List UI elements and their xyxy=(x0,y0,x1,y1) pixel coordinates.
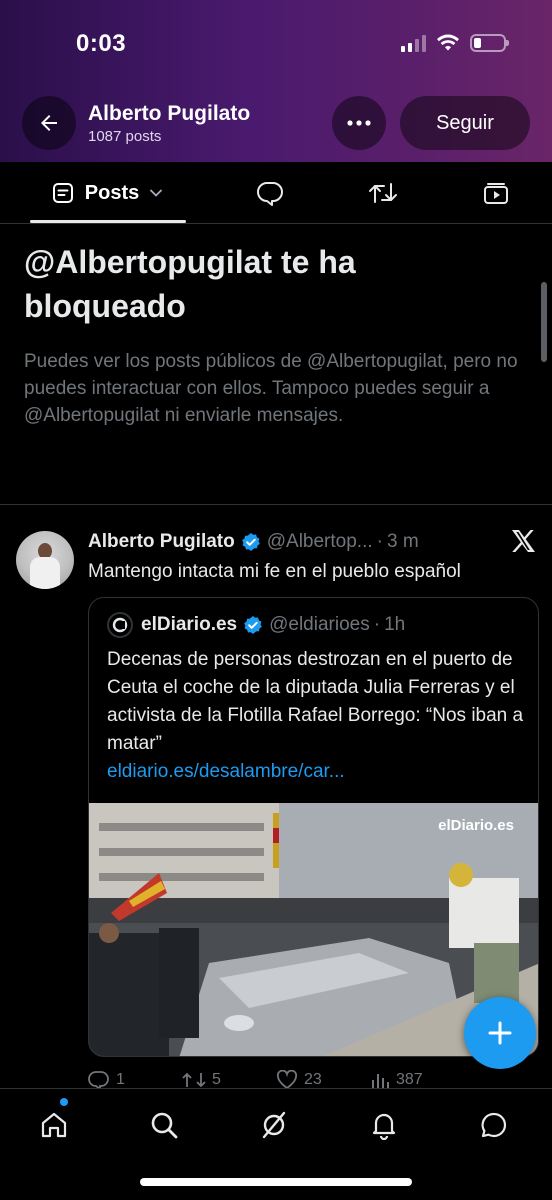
tab-media[interactable] xyxy=(474,162,518,224)
reply-icon xyxy=(88,1071,109,1090)
quoted-tweet[interactable]: elDiario.es @eldiarioes · 1h Decenas de … xyxy=(88,597,539,1057)
bell-icon xyxy=(372,1113,396,1140)
nav-notifications[interactable] xyxy=(362,1103,406,1147)
repost-icon xyxy=(369,183,397,203)
avatar[interactable] xyxy=(16,531,74,589)
nav-home[interactable] xyxy=(32,1103,76,1147)
arrow-left-icon xyxy=(41,115,57,131)
profile-post-count: 1087 posts xyxy=(88,128,162,145)
nav-messages[interactable] xyxy=(472,1103,516,1147)
nav-search[interactable] xyxy=(142,1103,186,1147)
wifi-icon xyxy=(437,34,459,51)
tweet-author-name[interactable]: Alberto Pugilato xyxy=(88,531,235,553)
blocked-title: @Albertopugilat te ha bloqueado xyxy=(24,244,356,324)
battery-icon xyxy=(470,34,509,52)
chevron-down-icon xyxy=(150,189,163,197)
profile-tabs: Posts xyxy=(0,162,552,224)
active-tab-indicator xyxy=(30,220,186,223)
views-chart-icon xyxy=(372,1074,389,1088)
reply-icon xyxy=(257,182,283,206)
quoted-text: Decenas de personas destrozan en el puer… xyxy=(107,649,524,782)
tweet-text: Mantengo intacta mi fe en el pueblo espa… xyxy=(88,561,461,582)
repost-count: 5 xyxy=(212,1071,221,1088)
scrollbar[interactable] xyxy=(541,282,547,362)
compose-post-button[interactable] xyxy=(464,997,536,1069)
quoted-time: 1h xyxy=(384,614,406,635)
tweet[interactable]: Alberto Pugilato @Albertop... · 3 m Mant… xyxy=(0,505,552,1085)
blocked-description: Puedes ver los posts públicos de @Albert… xyxy=(24,351,518,426)
tweet-handle[interactable]: @Albertop... xyxy=(267,531,373,553)
tab-reposts[interactable] xyxy=(361,162,405,224)
back-button[interactable] xyxy=(22,96,76,150)
quoted-author-name[interactable]: elDiario.es xyxy=(141,614,237,636)
grok-icon xyxy=(262,1111,286,1139)
video-icon xyxy=(484,183,508,204)
media-watermark: elDiario.es xyxy=(438,817,514,834)
home-unread-dot xyxy=(60,1098,68,1106)
follow-button[interactable]: Seguir xyxy=(400,96,530,150)
profile-name: Alberto Pugilato xyxy=(88,102,251,125)
verified-badge-icon xyxy=(244,616,262,634)
view-count: 387 xyxy=(396,1071,423,1088)
x-logo-icon xyxy=(512,530,535,552)
nav-grok[interactable] xyxy=(252,1103,296,1147)
more-horizontal-icon xyxy=(347,120,371,126)
plus-icon xyxy=(488,1021,512,1045)
verified-badge-icon xyxy=(241,533,260,551)
message-bubble-icon xyxy=(481,1112,507,1138)
tab-posts-label: Posts xyxy=(84,181,140,204)
tweet-header: Alberto Pugilato @Albertop... · 3 m xyxy=(88,531,419,553)
home-icon xyxy=(41,1112,67,1138)
reply-count: 1 xyxy=(116,1071,125,1088)
quoted-link[interactable]: eldiario.es/desalambre/car... xyxy=(107,761,345,782)
eldiario-logo-icon[interactable] xyxy=(107,612,133,638)
status-time: 0:03 xyxy=(76,30,127,57)
search-icon xyxy=(151,1112,178,1139)
tab-replies[interactable] xyxy=(248,162,292,224)
cellular-signal-icon xyxy=(401,34,426,52)
heart-icon xyxy=(276,1070,298,1090)
profile-nav-row: Alberto Pugilato 1087 posts Seguir xyxy=(0,96,552,152)
status-bar: 0:03 xyxy=(0,0,552,90)
quoted-tweet-header: elDiario.es @eldiarioes · 1h xyxy=(107,612,405,638)
home-indicator[interactable] xyxy=(140,1178,412,1186)
posts-icon xyxy=(52,183,73,203)
tweet-time[interactable]: 3 m xyxy=(387,531,419,553)
like-count: 23 xyxy=(304,1071,322,1088)
more-options-button[interactable] xyxy=(332,96,386,150)
tab-posts[interactable]: Posts xyxy=(28,162,186,224)
quoted-handle: @eldiarioes xyxy=(269,614,370,635)
blocked-notice: @Albertopugilat te ha bloqueado Puedes v… xyxy=(24,240,524,429)
repost-icon xyxy=(182,1072,206,1088)
status-icons xyxy=(401,34,509,52)
